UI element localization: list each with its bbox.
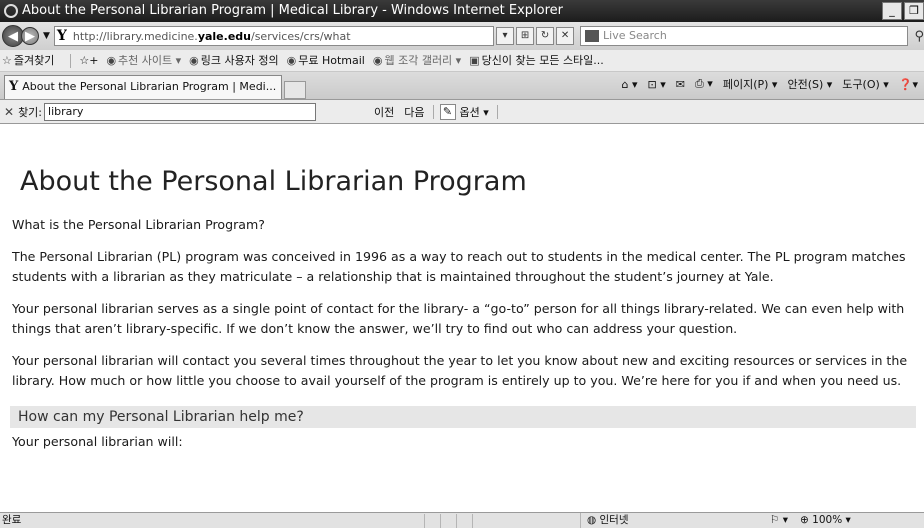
ie-page-icon: ◉ (106, 53, 117, 67)
paragraph-contact-frequency: Your personal librarian will contact you… (12, 353, 908, 388)
web-slice-gallery-link[interactable]: ◉ 웹 조각 갤러리 ▾ (372, 50, 462, 71)
star-icon: ☆ (2, 53, 12, 67)
zoom-label: 100% (812, 514, 843, 526)
page-content: About the Personal Librarian Program Wha… (0, 125, 924, 512)
find-input[interactable]: library (44, 102, 317, 121)
new-tab-button[interactable] (284, 81, 306, 99)
site-favicon-icon: Y (56, 28, 67, 44)
url-prefix: http://library.medicine. (72, 29, 198, 43)
url-input[interactable]: Y http://library.medicine. yale.edu/servi… (53, 26, 495, 46)
command-bar: ⌂ ▾ ⊡ ▾ ✉ ⎙ ▾ 페이지(P) ▾ 안전(S) ▾ 도구(O) ▾ ❓… (622, 76, 918, 92)
tab-bar: Y About the Personal Librarian Program | … (0, 72, 924, 100)
favorites-bar: ☆ 즐겨찾기 ☆+ ◉ 추천 사이트 ▾ ◉ 링크 사용자 정의 ◉ 무료 Hotmai… (0, 50, 924, 72)
search-input[interactable]: Live Search (580, 26, 909, 46)
favorites-label: 즐겨찾기 (13, 53, 55, 67)
restore-button[interactable]: ❐ (904, 2, 924, 20)
hotmail-label: 무료 Hotmail (298, 53, 365, 67)
tab-active[interactable]: Y About the Personal Librarian Program | … (4, 75, 282, 99)
divider (496, 104, 498, 119)
suggested-sites-label: 추천 사이트 ▾ (118, 53, 182, 67)
link-definition-link[interactable]: ◉ 링크 사용자 정의 (189, 50, 279, 71)
ie-page-icon: ◉ (189, 53, 199, 67)
ie-page-icon: ◉ (286, 53, 297, 67)
window-controls: _ ❐ (882, 2, 924, 20)
zoom-button[interactable]: ⊕ 100% ▾ (800, 513, 851, 528)
suggested-sites-link[interactable]: ◉ 추천 사이트 ▾ (106, 50, 182, 71)
live-search-icon (585, 30, 600, 42)
all-styles-label: 당신이 찾는 모든 스타일... (481, 53, 604, 67)
window-title: About the Personal Librarian Program | M… (22, 3, 564, 18)
hotmail-link[interactable]: ◉ 무료 Hotmail (286, 50, 365, 71)
globe-icon: ◍ (587, 514, 600, 526)
find-previous-button[interactable]: 이전 (374, 104, 394, 120)
highlight-icon[interactable]: ✎ (439, 103, 456, 120)
status-cell (440, 513, 456, 528)
intro-question: What is the Personal Librarian Program? (12, 217, 265, 232)
ie-page-icon: ◉ (372, 53, 383, 67)
status-cell (472, 513, 488, 528)
protected-mode-icon[interactable]: ⚐ ▾ (770, 513, 788, 528)
paragraph-point-of-contact: Your personal librarian serves as a sing… (12, 301, 905, 336)
divider (432, 104, 434, 119)
divider (70, 53, 72, 68)
find-bar: ✕ 찾기: library 이전 다음 ✎ 옵션 ▾ (0, 100, 924, 124)
ie-logo-icon (4, 4, 18, 18)
url-domain: yale.edu (197, 29, 251, 43)
safety-menu[interactable]: 안전(S) ▾ (787, 76, 832, 92)
history-dropdown-icon[interactable]: ▼ (43, 31, 50, 41)
favorites-button[interactable]: ☆ 즐겨찾기 (2, 50, 55, 71)
close-find-icon[interactable]: ✕ (4, 105, 14, 119)
status-cell (456, 513, 472, 528)
tab-label: About the Personal Librarian Program | M… (22, 80, 277, 93)
forward-button[interactable]: ▶ (21, 27, 39, 45)
home-button[interactable]: ⌂ ▾ (622, 78, 638, 91)
help-button[interactable]: ❓▾ (899, 78, 918, 91)
find-label: 찾기: (18, 105, 43, 119)
url-path: /services/crs/what (250, 29, 351, 43)
zone-label: 인터넷 (599, 514, 629, 526)
mail-button[interactable]: ✉ (676, 78, 685, 91)
status-bar: 완료 ◍ 인터넷 ⚐ ▾ ⊕ 100% ▾ (0, 512, 924, 528)
tools-menu[interactable]: 도구(O) ▾ (842, 76, 889, 92)
find-options-button[interactable]: 옵션 ▾ (460, 104, 489, 120)
address-bar: ◀ ▶ ▼ Y http://library.medicine. yale.edu… (0, 22, 924, 50)
page-menu[interactable]: 페이지(P) ▾ (723, 76, 778, 92)
url-dropdown-icon[interactable]: ▾ (496, 27, 515, 45)
feeds-button[interactable]: ⊡ ▾ (648, 78, 666, 91)
page-title: About the Personal Librarian Program (20, 166, 527, 197)
window-titlebar: About the Personal Librarian Program | M… (0, 0, 924, 22)
status-controls: ⚐ ▾ ⊕ 100% ▾ (770, 513, 851, 528)
paragraph-history: The Personal Librarian (PL) program was … (12, 249, 906, 284)
status-text: 완료 (2, 514, 22, 526)
tab-favicon-icon: Y (9, 79, 19, 94)
link-definition-label: 링크 사용자 정의 (200, 53, 279, 67)
minimize-button[interactable]: _ (882, 2, 902, 20)
web-slice-gallery-label: 웹 조각 갤러리 ▾ (384, 53, 462, 67)
stop-icon[interactable]: ✕ (556, 27, 575, 45)
will-line: Your personal librarian will: (12, 434, 183, 449)
find-next-button[interactable]: 다음 (404, 104, 424, 120)
site-icon: ▣ (469, 53, 480, 67)
add-favorite-icon[interactable]: ☆+ (79, 50, 98, 71)
compat-view-icon[interactable]: ⊞ (516, 27, 535, 45)
search-placeholder: Live Search (603, 29, 667, 42)
security-zone[interactable]: ◍ 인터넷 (580, 513, 730, 528)
status-cell (424, 513, 440, 528)
refresh-icon[interactable]: ↻ (536, 27, 555, 45)
zoom-icon: ⊕ (800, 514, 813, 526)
print-button[interactable]: ⎙ ▾ (695, 77, 713, 91)
all-styles-link[interactable]: ▣ 당신이 찾는 모든 스타일... (469, 50, 604, 71)
section-heading: How can my Personal Librarian help me? (10, 406, 916, 428)
search-icon[interactable]: ⚲ (914, 29, 924, 44)
